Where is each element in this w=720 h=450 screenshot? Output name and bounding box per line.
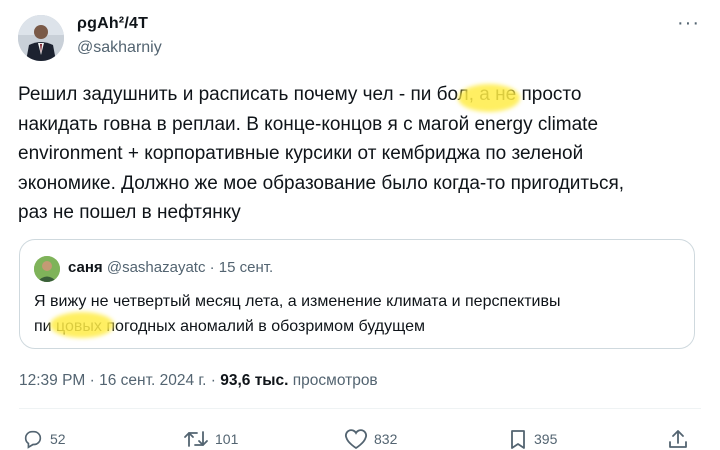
quoted-tweet-card[interactable]: саня @sashazayatc · 15 сент. Я вижу не ч… [19,239,695,349]
redaction-highlight [458,84,520,112]
timestamp[interactable]: 12:39 PM · 16 сент. 2024 г. · [19,372,220,389]
more-icon[interactable]: ··· [677,12,700,35]
views-label: просмотров [288,372,378,389]
tweet-line: environment + корпоративные курсики от к… [18,143,584,164]
redaction-highlight [50,312,114,338]
divider [19,408,701,409]
tweet-line: накидать говна в реплаи. В конце-концов … [18,113,599,135]
quoted-author-avatar [34,256,60,282]
like-count: 832 [374,431,398,447]
share-button[interactable] [667,428,689,450]
quoted-author-meta: @sashazayatc · 15 сент. [106,259,274,276]
tweet-text: Решил задушнить и расписать почему чел -… [18,80,708,228]
reply-icon [22,428,44,450]
author-handle[interactable]: @sakharniy [77,39,162,57]
tweet-line: экономике. Должно же мое образование был… [18,172,625,194]
views-count: 93,6 тыс. [220,372,289,389]
heart-icon [344,428,368,450]
like-button[interactable]: 832 [344,428,397,450]
author-display-name[interactable]: ρgAh²/4T [77,15,148,33]
repost-button[interactable]: 101 [183,428,238,450]
repost-icon [183,428,209,450]
quoted-header: саня @sashazayatc · 15 сент. [68,259,273,276]
reply-button[interactable]: 52 [22,428,66,450]
author-avatar[interactable] [18,15,64,61]
bookmark-count: 395 [534,431,558,447]
bookmark-icon [508,428,528,450]
reply-count: 52 [50,431,66,447]
repost-count: 101 [215,431,239,447]
timestamp-row: 12:39 PM · 16 сент. 2024 г. · 93,6 тыс. … [19,372,378,390]
bookmark-button[interactable]: 395 [508,428,557,450]
quoted-line: пи цовых погодных аномалий в обозримом б… [34,318,426,335]
tweet-line: раз не пошел в нефтянку [18,202,241,223]
quoted-author-name: саня [68,259,103,276]
quoted-text: Я вижу не четвертый месяц лета, а измене… [34,289,684,339]
tweet-line: Решил задушнить и расписать почему чел -… [18,84,582,105]
share-icon [667,428,689,450]
quoted-line: Я вижу не четвертый месяц лета, а измене… [34,293,561,310]
